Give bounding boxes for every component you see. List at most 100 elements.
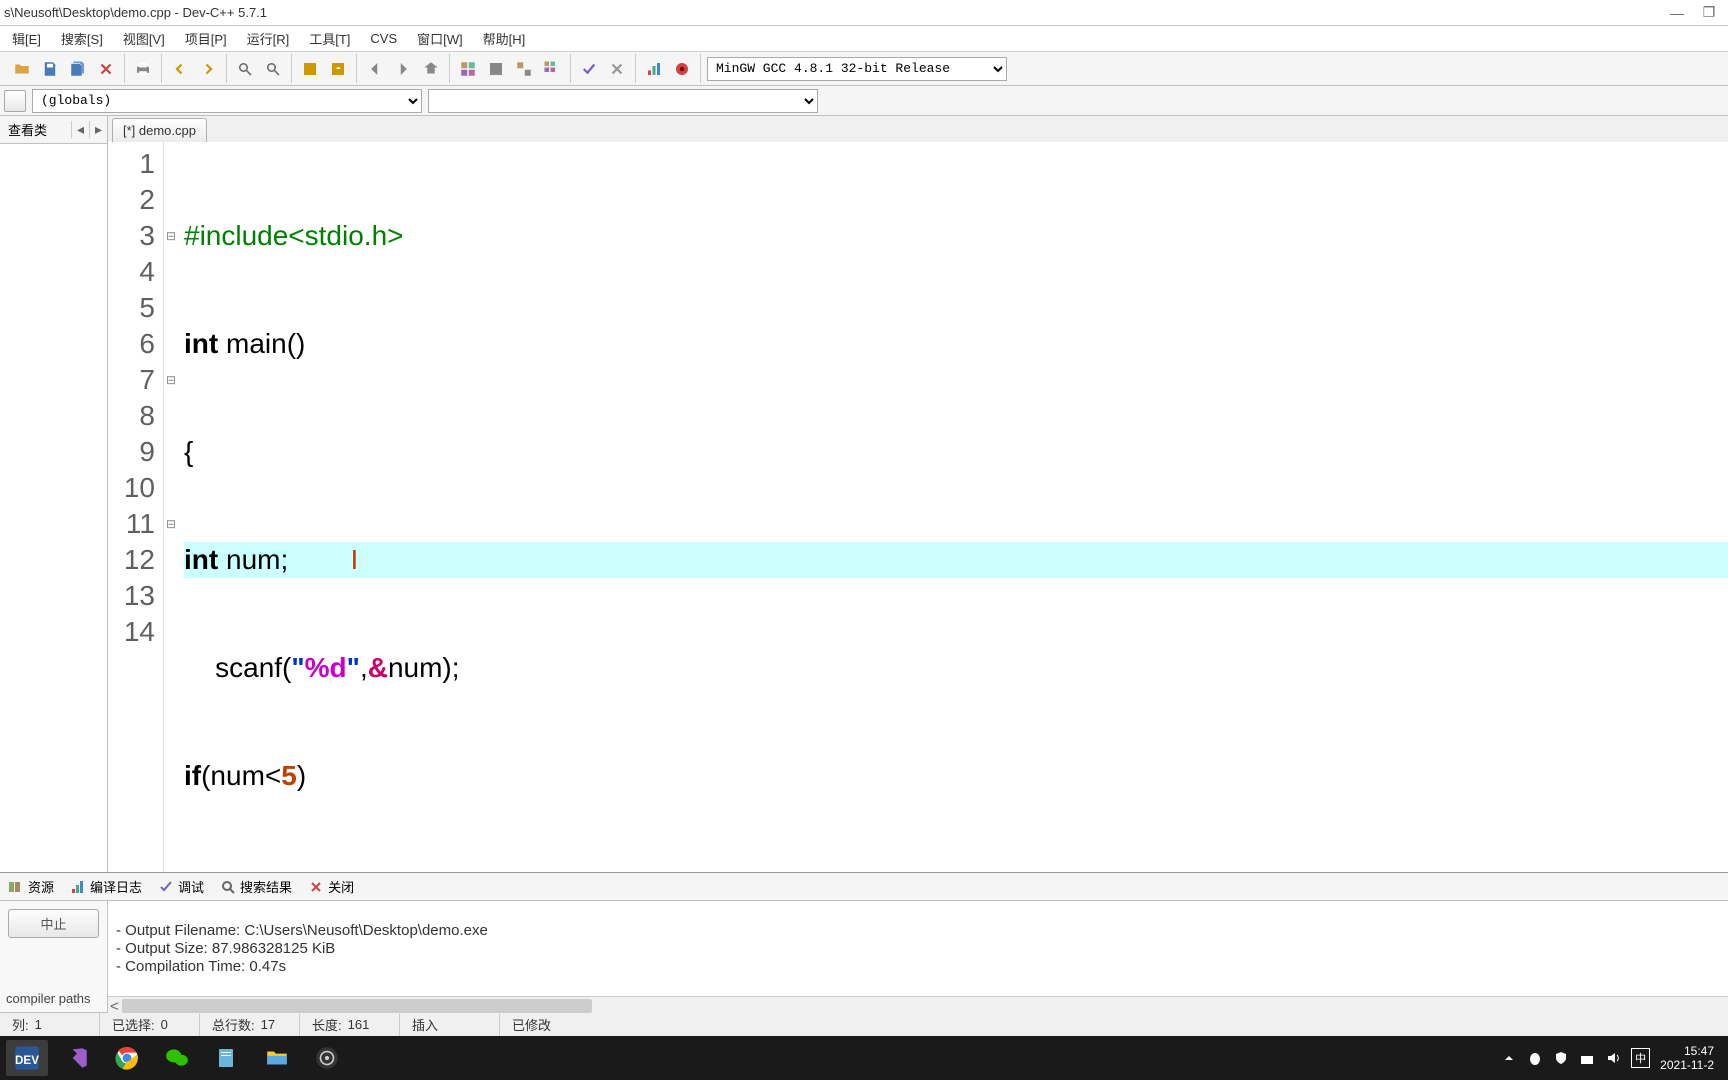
bottom-panel: 资源 编译日志 调试 搜索结果 关闭 中止 compiler paths - O…: [0, 872, 1728, 1012]
status-total-lines: 总行数:17: [200, 1013, 300, 1036]
scope-select-globals[interactable]: (globals): [32, 89, 422, 113]
menu-bar: 辑[E] 搜索[S] 视图[V] 项目[P] 运行[R] 工具[T] CVS 窗…: [0, 26, 1728, 52]
tray-up-icon[interactable]: [1501, 1050, 1517, 1066]
cancel-icon[interactable]: [605, 57, 629, 81]
close-file-icon[interactable]: [94, 57, 118, 81]
replace-icon[interactable]: [261, 57, 285, 81]
print-icon[interactable]: [131, 57, 155, 81]
taskbar: DEV 中 15:47 2021-11-2: [0, 1036, 1728, 1080]
close-icon: [308, 879, 324, 895]
bookmark-icon[interactable]: [298, 57, 322, 81]
open-icon[interactable]: [10, 57, 34, 81]
bottom-left: 中止 compiler paths: [0, 901, 108, 1014]
abort-button[interactable]: 中止: [8, 909, 99, 938]
btab-resource[interactable]: 资源: [2, 873, 60, 900]
debug-icon[interactable]: [670, 57, 694, 81]
btab-search-results[interactable]: 搜索结果: [214, 873, 298, 900]
find-icon[interactable]: [233, 57, 257, 81]
forward-icon[interactable]: [391, 57, 415, 81]
toolbar: MinGW GCC 4.8.1 32-bit Release: [0, 52, 1728, 86]
menu-run[interactable]: 运行[R]: [237, 25, 300, 52]
menu-window[interactable]: 窗口[W]: [407, 25, 473, 52]
task-notepad[interactable]: [206, 1040, 248, 1076]
status-col: 列:1: [0, 1013, 100, 1036]
btab-close[interactable]: 关闭: [302, 873, 360, 900]
code-editor[interactable]: 1 2 3 4 5 6 7 8 9 10 11 12 13 14 ⊟ ⊟: [108, 142, 1728, 872]
btab-debug[interactable]: 调试: [152, 873, 210, 900]
run-icon[interactable]: [484, 57, 508, 81]
compiler-select[interactable]: MinGW GCC 4.8.1 32-bit Release: [707, 57, 1007, 81]
gutter: 1 2 3 4 5 6 7 8 9 10 11 12 13 14: [108, 142, 164, 872]
scope-bar: (globals): [0, 86, 1728, 116]
editor-area: [*] demo.cpp 1 2 3 4 5 6 7 8 9 10 11 12 …: [108, 116, 1728, 872]
fold-column: ⊟ ⊟ ⊟: [164, 142, 178, 872]
title-bar: s\Neusoft\Desktop\demo.cpp - Dev-C++ 5.7…: [0, 0, 1728, 26]
tray-ime[interactable]: 中: [1631, 1048, 1650, 1068]
left-panel: 查看类 ◂ ▸: [0, 116, 108, 872]
menu-view[interactable]: 视图[V]: [113, 25, 175, 52]
fold-icon[interactable]: ⊟: [164, 218, 178, 254]
profile-icon[interactable]: [642, 57, 666, 81]
fold-icon[interactable]: ⊟: [164, 506, 178, 542]
rebuild-icon[interactable]: [540, 57, 564, 81]
file-tabs: [*] demo.cpp: [108, 116, 1728, 142]
undo-icon[interactable]: [168, 57, 192, 81]
compiler-paths-label: compiler paths: [0, 983, 107, 1014]
compile-run-icon[interactable]: [512, 57, 536, 81]
menu-tools[interactable]: 工具[T]: [299, 25, 360, 52]
maximize-button[interactable]: ❐: [1694, 3, 1724, 23]
code-body[interactable]: #include<stdio.h> int main() { int num; …: [178, 142, 1728, 872]
menu-help[interactable]: 帮助[H]: [473, 25, 536, 52]
redo-icon[interactable]: [196, 57, 220, 81]
status-bar: 列:1 已选择:0 总行数:17 长度:161 插入 已修改: [0, 1012, 1728, 1036]
task-wechat[interactable]: [156, 1040, 198, 1076]
bottom-tabs: 资源 编译日志 调试 搜索结果 关闭: [0, 873, 1728, 901]
goto-icon[interactable]: [326, 57, 350, 81]
left-arrow-icon[interactable]: ◂: [71, 121, 89, 138]
system-tray: 中 15:47 2021-11-2: [1501, 1044, 1722, 1073]
save-icon[interactable]: [38, 57, 62, 81]
horizontal-scrollbar[interactable]: <: [108, 996, 1728, 1014]
tray-network-icon[interactable]: [1579, 1050, 1595, 1066]
status-length: 长度:161: [300, 1013, 400, 1036]
log-icon: [70, 879, 86, 895]
check-icon[interactable]: [577, 57, 601, 81]
menu-edit[interactable]: 辑[E]: [2, 25, 51, 52]
tray-clock[interactable]: 15:47 2021-11-2: [1660, 1044, 1714, 1073]
svg-text:DEV: DEV: [15, 1054, 39, 1067]
nav-icon[interactable]: [419, 57, 443, 81]
tray-security-icon[interactable]: [1553, 1050, 1569, 1066]
fold-icon[interactable]: ⊟: [164, 362, 178, 398]
scrollbar-thumb[interactable]: [122, 999, 592, 1013]
scope-nav-button[interactable]: [4, 90, 26, 112]
save-all-icon[interactable]: [66, 57, 90, 81]
resource-icon: [8, 879, 24, 895]
menu-project[interactable]: 项目[P]: [175, 25, 237, 52]
task-obs[interactable]: [306, 1040, 348, 1076]
btab-compile-log[interactable]: 编译日志: [64, 873, 148, 900]
text-cursor: I: [288, 542, 358, 578]
compile-icon[interactable]: [456, 57, 480, 81]
status-selected: 已选择:0: [100, 1013, 200, 1036]
output-pane[interactable]: - Output Filename: C:\Users\Neusoft\Desk…: [108, 901, 1728, 1014]
tab-classes[interactable]: 查看类: [0, 116, 55, 143]
status-modified: 已修改: [500, 1013, 600, 1036]
file-tab-demo[interactable]: [*] demo.cpp: [112, 118, 207, 142]
right-arrow-icon[interactable]: ▸: [89, 121, 107, 138]
check-icon: [158, 879, 174, 895]
title-text: s\Neusoft\Desktop\demo.cpp - Dev-C++ 5.7…: [4, 5, 267, 20]
status-insert: 插入: [400, 1013, 500, 1036]
task-chrome[interactable]: [106, 1040, 148, 1076]
back-icon[interactable]: [363, 57, 387, 81]
task-devcpp[interactable]: DEV: [6, 1040, 48, 1076]
menu-cvs[interactable]: CVS: [360, 27, 407, 50]
tray-volume-icon[interactable]: [1605, 1050, 1621, 1066]
task-explorer[interactable]: [256, 1040, 298, 1076]
tray-penguin-icon[interactable]: [1527, 1050, 1543, 1066]
main-area: 查看类 ◂ ▸ [*] demo.cpp 1 2 3 4 5 6 7 8 9 1…: [0, 116, 1728, 872]
search-icon: [220, 879, 236, 895]
task-vs[interactable]: [56, 1040, 98, 1076]
menu-search[interactable]: 搜索[S]: [51, 25, 113, 52]
minimize-button[interactable]: —: [1662, 3, 1692, 23]
scope-select-member[interactable]: [428, 89, 818, 113]
